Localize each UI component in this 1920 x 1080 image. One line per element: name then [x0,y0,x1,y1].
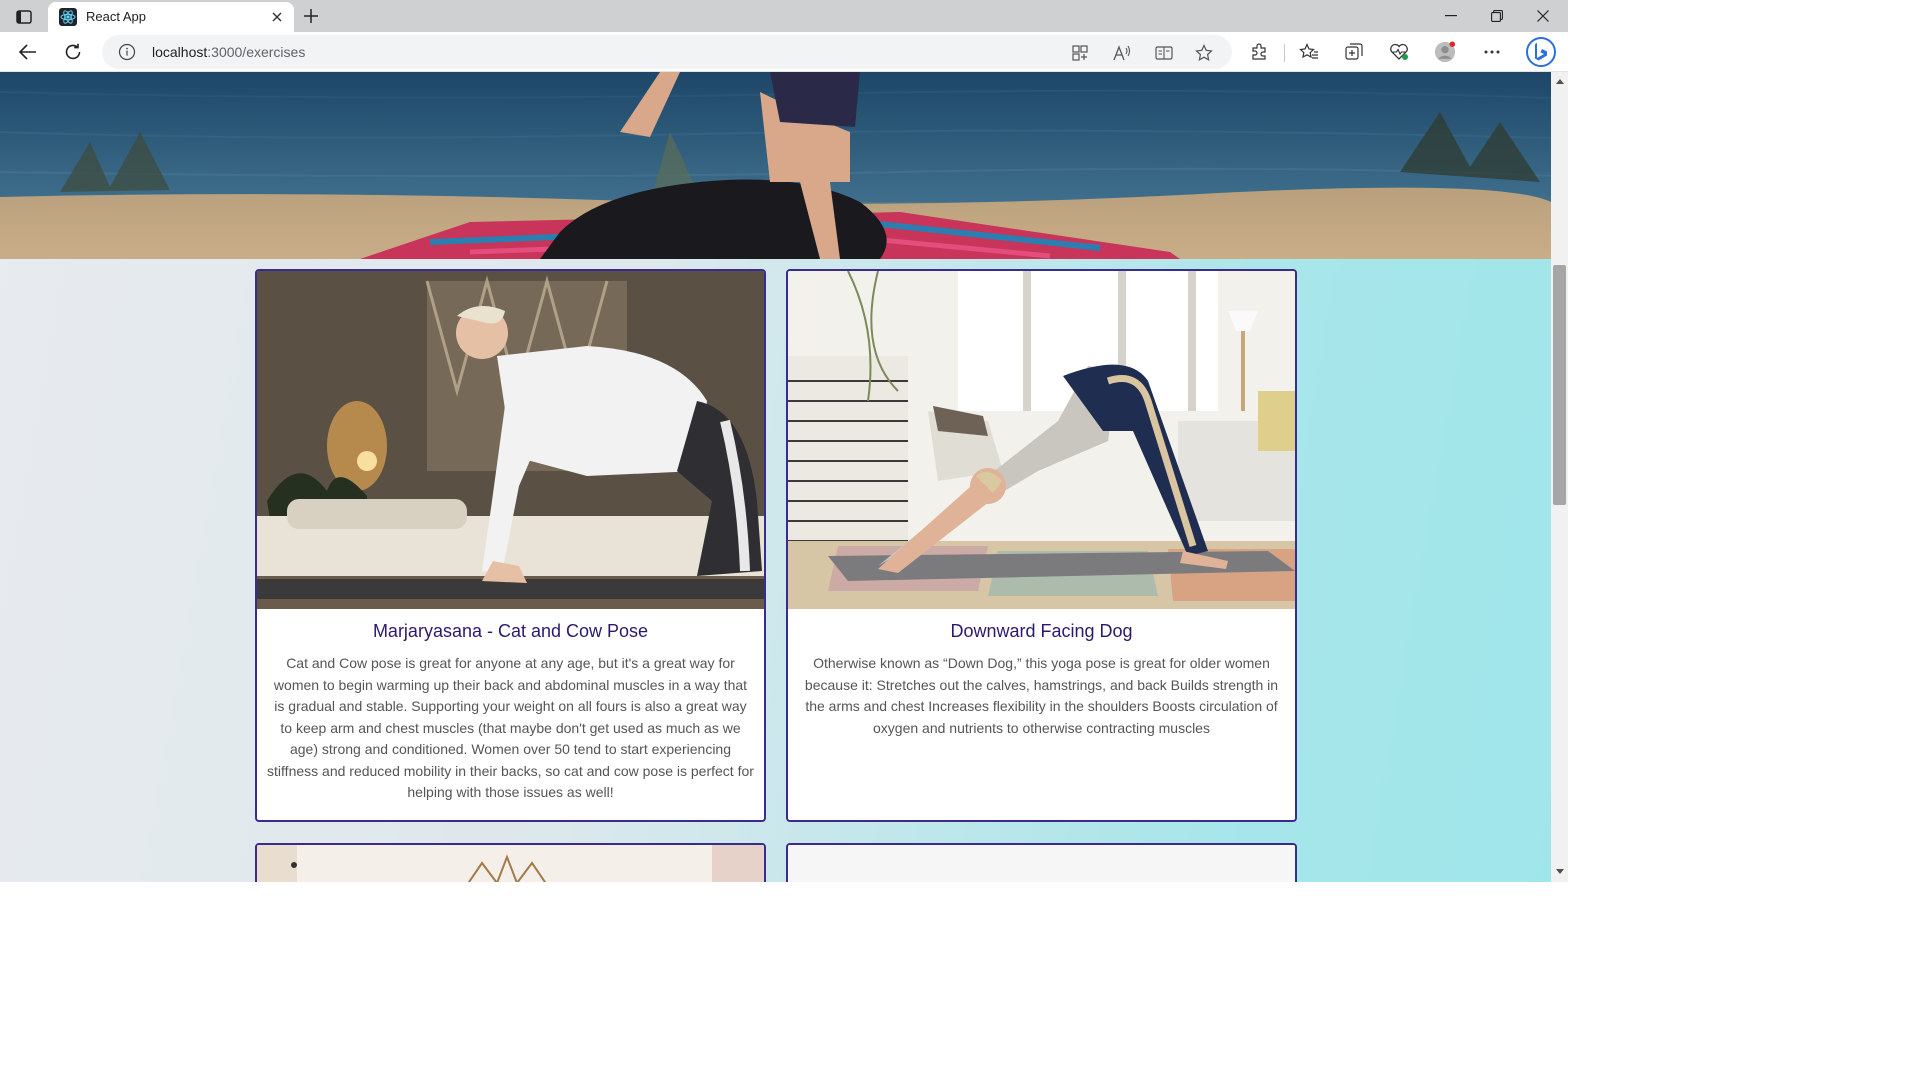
new-tab-icon[interactable] [300,5,322,27]
browser-toolbar: localhost:3000/exercises [0,32,1568,72]
vertical-scrollbar[interactable] [1551,72,1568,882]
scrollbar-thumb[interactable] [1553,265,1566,505]
tab-actions-icon[interactable] [10,6,38,28]
bing-copilot-icon[interactable] [1526,37,1556,67]
url-host: localhost [152,44,208,60]
exercise-card[interactable] [255,843,766,882]
immersive-reader-icon[interactable] [1154,43,1174,63]
url-text[interactable]: localhost:3000/exercises [152,44,305,60]
site-info-icon[interactable] [118,43,136,61]
hero-banner-image [0,72,1551,259]
card-description: Otherwise known as “Down Dog,” this yoga… [804,655,1279,736]
close-tab-icon[interactable] [268,8,286,26]
exercise-card[interactable] [786,843,1297,882]
app-available-icon[interactable] [1070,43,1090,63]
favorite-star-icon[interactable] [1194,43,1214,63]
favorites-icon[interactable] [1298,41,1320,63]
card-title: Downward Facing Dog [950,621,1133,641]
tab-strip: React App [0,0,1568,32]
exercise-image [257,845,764,882]
profile-icon[interactable] [1434,41,1456,63]
close-window-icon[interactable] [1520,4,1566,28]
url-path: :3000/exercises [207,44,306,60]
refresh-icon[interactable] [60,39,86,65]
scroll-down-arrow-icon[interactable] [1554,866,1565,877]
read-aloud-icon[interactable] [1112,43,1132,63]
browser-essentials-icon[interactable] [1388,41,1410,63]
browser-tab[interactable]: React App [48,2,294,32]
tab-title: React App [86,9,146,24]
toolbar-separator [1284,44,1285,62]
back-icon[interactable] [15,39,41,65]
react-favicon-icon [59,8,77,26]
card-title: Marjaryasana - Cat and Cow Pose [372,621,649,641]
exercise-image [788,845,1295,882]
restore-icon[interactable] [1474,4,1520,28]
card-description: Cat and Cow pose is great for anyone at … [267,655,754,800]
more-icon[interactable] [1481,41,1503,63]
page-viewport: Marjaryasana - Cat and Cow Pose Cat and … [0,72,1551,882]
minimize-icon[interactable] [1428,4,1474,28]
exercise-image [788,271,1295,609]
exercise-card[interactable]: Marjaryasana - Cat and Cow Pose Cat and … [255,269,766,822]
scroll-up-arrow-icon[interactable] [1554,76,1565,87]
exercise-image [257,271,764,609]
extensions-icon[interactable] [1248,41,1270,63]
collections-icon[interactable] [1343,41,1365,63]
exercise-card[interactable]: Downward Facing Dog Otherwise known as “… [786,269,1297,822]
address-bar[interactable]: localhost:3000/exercises [102,35,1232,69]
